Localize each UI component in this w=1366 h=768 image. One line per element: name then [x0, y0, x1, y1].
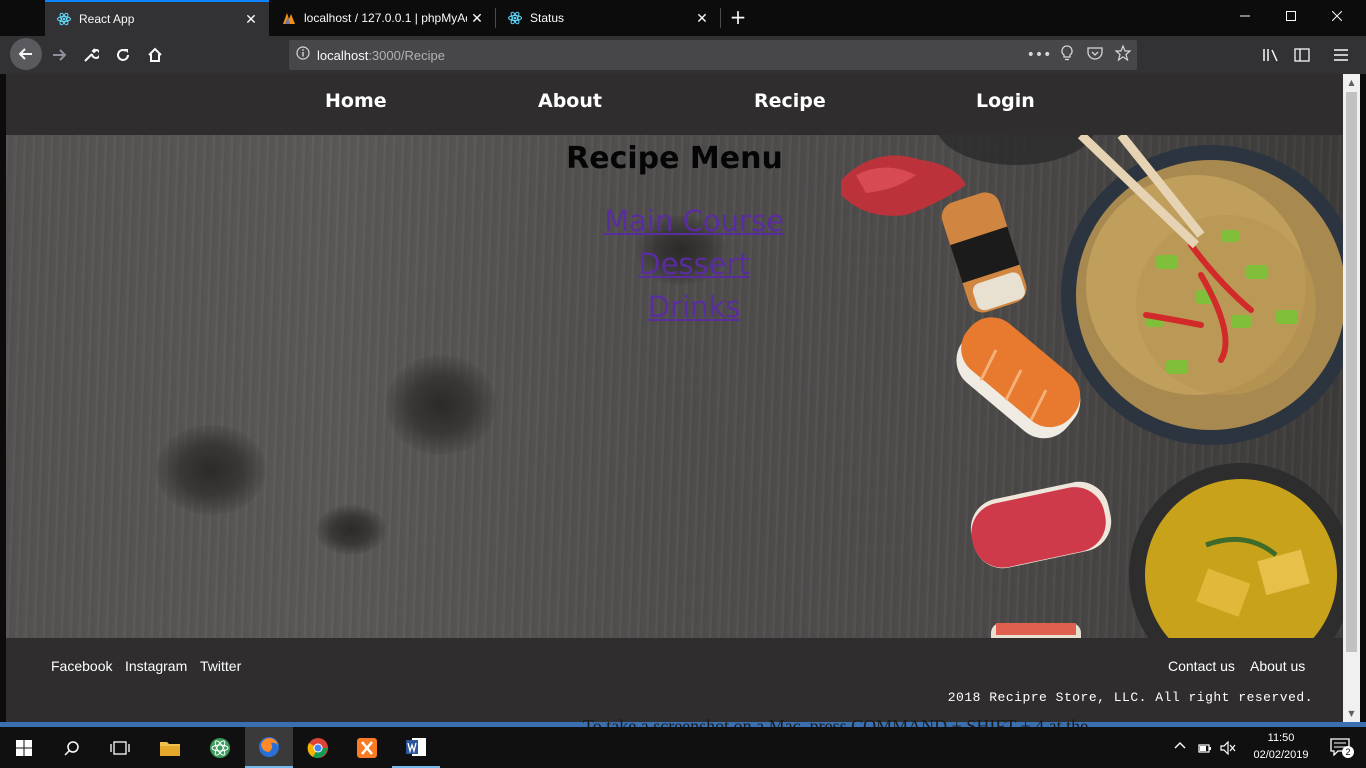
react-icon [57, 12, 71, 26]
reload-icon[interactable] [108, 40, 138, 70]
window-border [1360, 74, 1366, 727]
footer-link-instagram[interactable]: Instagram [125, 658, 187, 674]
lightbulb-icon[interactable] [1053, 45, 1081, 65]
tab-react-app[interactable]: React App ✕ [45, 0, 269, 36]
page-actions-icon[interactable]: ••• [1025, 47, 1053, 63]
new-tab-button[interactable]: + [726, 6, 750, 30]
windows-start-icon[interactable] [0, 727, 48, 768]
vertical-scrollbar[interactable]: ▲ ▼ [1343, 74, 1360, 722]
nav-link-login[interactable]: Login [976, 90, 1035, 112]
site-footer: Facebook Instagram Twitter Contact us Ab… [6, 638, 1343, 722]
scroll-up-icon[interactable]: ▲ [1343, 74, 1360, 91]
firefox-window: React App ✕ localhost / 127.0.0.1 | phpM… [0, 0, 1366, 727]
footer-link-contact-us[interactable]: Contact us [1168, 658, 1235, 674]
footer-link-facebook[interactable]: Facebook [51, 658, 112, 674]
address-bar[interactable]: localhost:3000/Recipe ••• [289, 40, 1137, 70]
footer-link-twitter[interactable]: Twitter [200, 658, 241, 674]
close-window-icon[interactable] [1314, 0, 1360, 36]
copyright-notice: 2018 Recipre Store, LLC. All right reser… [947, 690, 1313, 705]
atom-icon[interactable] [196, 727, 244, 768]
menu-link-dessert[interactable]: Dessert [6, 247, 1343, 281]
close-tab-icon[interactable]: ✕ [467, 10, 487, 27]
notification-center-icon[interactable]: 2 [1330, 738, 1354, 758]
maximize-icon[interactable] [1268, 0, 1314, 36]
navigation-toolbar: localhost:3000/Recipe ••• [0, 36, 1366, 74]
chrome-icon[interactable] [294, 727, 342, 768]
react-icon [508, 11, 522, 25]
nav-link-about[interactable]: About [538, 90, 602, 112]
nav-link-recipe[interactable]: Recipe [754, 90, 826, 112]
home-icon[interactable] [140, 40, 170, 70]
word-icon[interactable] [392, 727, 440, 768]
xampp-icon[interactable] [343, 727, 391, 768]
bookmark-star-icon[interactable] [1109, 44, 1137, 65]
menu-link-drinks[interactable]: Drinks [6, 290, 1343, 324]
speaker-muted-icon[interactable] [1220, 740, 1236, 759]
tab-title: React App [79, 12, 135, 26]
hamburger-menu-icon[interactable] [1326, 40, 1356, 70]
tab-strip: React App ✕ localhost / 127.0.0.1 | phpM… [0, 0, 1366, 36]
info-icon[interactable] [289, 46, 317, 64]
forward-arrow-icon[interactable] [44, 40, 74, 70]
chevron-up-icon[interactable] [1174, 740, 1186, 755]
nav-link-home[interactable]: Home [325, 90, 387, 112]
notification-count-badge: 2 [1342, 746, 1354, 758]
tab-status[interactable]: Status ✕ [496, 0, 720, 36]
power-plug-icon[interactable] [1198, 740, 1212, 759]
hero-background: Recipe Menu Main Course Dessert Drinks [6, 135, 1343, 638]
url-host: localhost [317, 47, 369, 63]
scrollbar-thumb[interactable] [1346, 92, 1357, 652]
file-explorer-icon[interactable] [146, 727, 194, 768]
task-view-icon[interactable] [96, 727, 144, 768]
site-header: Home About Recipe Login [6, 74, 1343, 135]
page-viewport: Home About Recipe Login Recipe Menu Main… [6, 74, 1343, 722]
back-arrow-icon[interactable] [10, 38, 42, 70]
menu-link-main-course[interactable]: Main Course [6, 204, 1343, 238]
url-path: :3000/Recipe [368, 47, 445, 63]
sidebar-icon[interactable] [1287, 40, 1317, 70]
close-tab-icon[interactable]: ✕ [692, 10, 712, 27]
tab-phpmyadmin[interactable]: localhost / 127.0.0.1 | phpMyAdmin ✕ [270, 0, 495, 36]
scroll-down-icon[interactable]: ▼ [1343, 705, 1360, 722]
page-title: Recipe Menu [566, 141, 783, 176]
footer-link-about-us[interactable]: About us [1250, 658, 1305, 674]
tab-title: localhost / 127.0.0.1 | phpMyAdmin [304, 11, 467, 25]
library-icon[interactable] [1256, 40, 1286, 70]
pocket-icon[interactable] [1081, 46, 1109, 64]
tab-title: Status [530, 11, 565, 25]
search-icon[interactable] [48, 727, 96, 768]
clock-time: 11:50 [1267, 732, 1295, 744]
minimize-icon[interactable] [1222, 0, 1268, 36]
clock-date: 02/02/2019 [1253, 749, 1309, 761]
close-tab-icon[interactable]: ✕ [241, 11, 261, 28]
system-tray: 11:50 02/02/2019 2 [1166, 727, 1366, 768]
firefox-icon[interactable] [245, 727, 293, 768]
phpmyadmin-icon [282, 11, 296, 25]
tab-separator [720, 8, 721, 28]
wrench-icon[interactable] [76, 40, 106, 70]
windows-taskbar: 11:50 02/02/2019 2 [0, 727, 1366, 768]
